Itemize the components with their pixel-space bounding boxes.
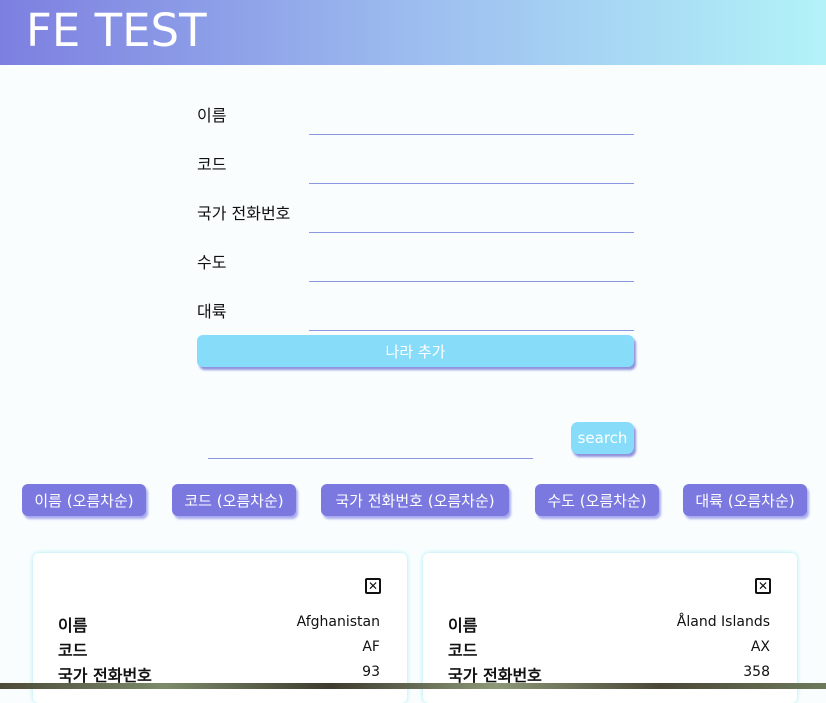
form-row-phone: 국가 전화번호 bbox=[197, 196, 634, 236]
form-row-continent: 대륙 bbox=[197, 294, 634, 334]
card-key: 코드 bbox=[448, 641, 478, 660]
close-icon[interactable]: ✕ bbox=[755, 578, 771, 594]
card-row-phone: 국가 전화번호 93 bbox=[58, 662, 380, 685]
sort-by-capital-button[interactable]: 수도 (오름차순) bbox=[535, 484, 659, 516]
sort-by-continent-button[interactable]: 대륙 (오름차순) bbox=[683, 484, 807, 516]
country-card: ✕ 이름 Afghanistan 코드 AF 국가 전화번호 93 bbox=[33, 553, 407, 703]
sort-by-code-button[interactable]: 코드 (오름차순) bbox=[172, 484, 296, 516]
card-key: 이름 bbox=[448, 616, 478, 635]
close-icon[interactable]: ✕ bbox=[365, 578, 381, 594]
card-row-name: 이름 Afghanistan bbox=[58, 612, 380, 635]
form-row-capital: 수도 bbox=[197, 245, 634, 285]
card-value: Åland Islands bbox=[676, 614, 770, 630]
background-photo-strip bbox=[0, 683, 826, 689]
add-country-button[interactable]: 나라 추가 bbox=[197, 335, 634, 367]
search-input[interactable] bbox=[208, 428, 533, 459]
continent-input[interactable] bbox=[309, 302, 634, 331]
phone-input[interactable] bbox=[309, 204, 634, 233]
phone-label: 국가 전화번호 bbox=[197, 204, 291, 223]
card-value: 93 bbox=[362, 664, 380, 680]
sort-by-phone-button[interactable]: 국가 전화번호 (오름차순) bbox=[321, 484, 509, 516]
code-input[interactable] bbox=[309, 155, 634, 184]
name-label: 이름 bbox=[197, 106, 227, 125]
continent-label: 대륙 bbox=[197, 302, 227, 321]
card-row-code: 코드 AX bbox=[448, 637, 770, 660]
app-title: FE TEST bbox=[26, 4, 207, 57]
form-row-name: 이름 bbox=[197, 98, 634, 138]
card-row-code: 코드 AF bbox=[58, 637, 380, 660]
country-card: ✕ 이름 Åland Islands 코드 AX 국가 전화번호 358 bbox=[423, 553, 797, 703]
card-value: 358 bbox=[743, 664, 770, 680]
card-key: 코드 bbox=[58, 641, 88, 660]
capital-label: 수도 bbox=[197, 253, 227, 272]
search-button[interactable]: search bbox=[571, 422, 634, 454]
code-label: 코드 bbox=[197, 155, 227, 174]
card-value: Afghanistan bbox=[296, 614, 380, 630]
card-row-phone: 국가 전화번호 358 bbox=[448, 662, 770, 685]
capital-input[interactable] bbox=[309, 253, 634, 282]
name-input[interactable] bbox=[309, 106, 634, 135]
card-row-name: 이름 Åland Islands bbox=[448, 612, 770, 635]
app-header: FE TEST bbox=[0, 0, 826, 65]
card-value: AX bbox=[750, 639, 770, 655]
card-key: 이름 bbox=[58, 616, 88, 635]
sort-by-name-button[interactable]: 이름 (오름차순) bbox=[22, 484, 146, 516]
card-value: AF bbox=[362, 639, 380, 655]
form-row-code: 코드 bbox=[197, 147, 634, 187]
